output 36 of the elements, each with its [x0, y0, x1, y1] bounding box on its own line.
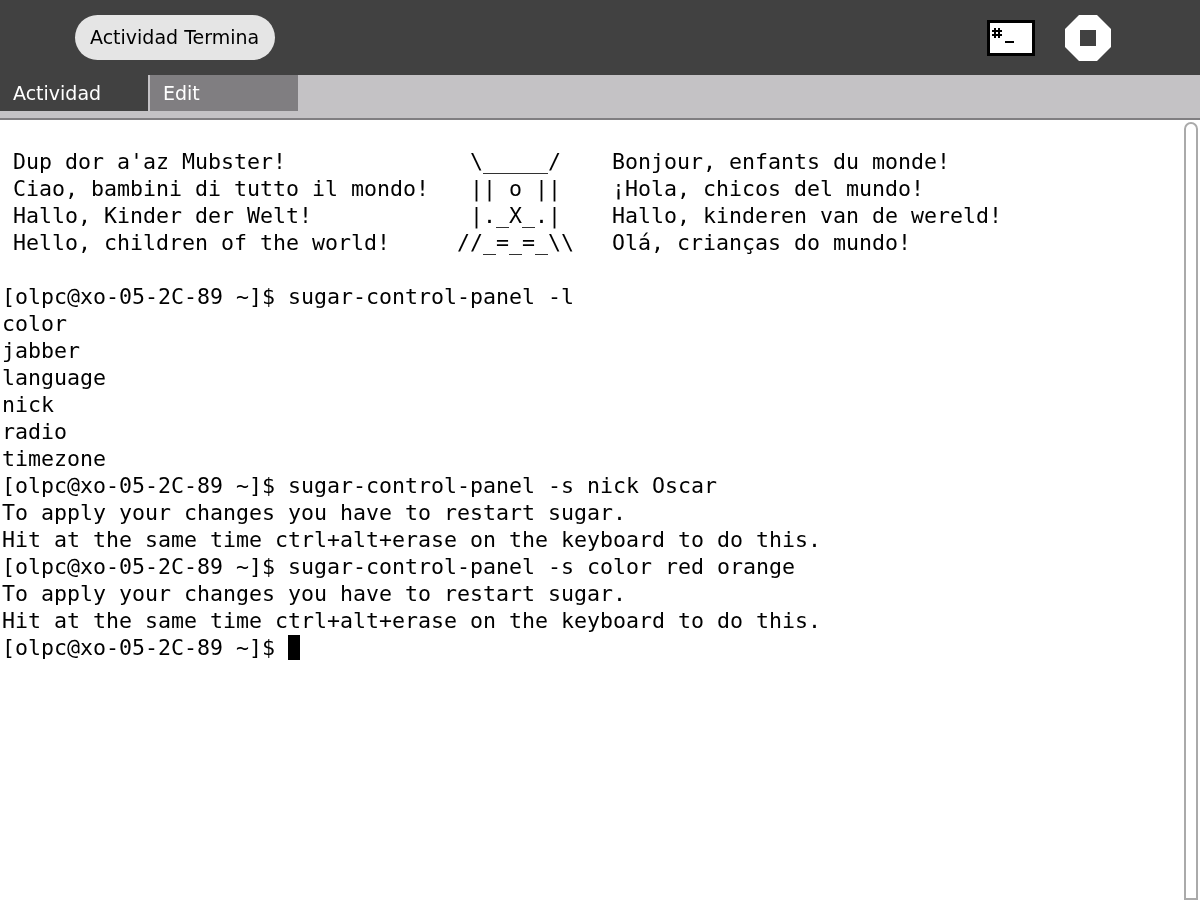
shell-prompt: [olpc@xo-05-2C-89 ~]$ — [2, 553, 275, 580]
stop-icon[interactable] — [1065, 14, 1111, 61]
output-text: Hit at the same time ctrl+alt+erase on the keyboard to do this. — [2, 608, 822, 633]
ascii-art-text: || o || — [469, 175, 562, 202]
output-text: Hit at the same time ctrl+alt+erase on the keyboard to do this. — [2, 527, 822, 552]
greeting-text: Hallo, kinderen van de wereld! — [612, 202, 1003, 229]
text-cursor-icon — [288, 635, 300, 660]
greeting-text: Bonjour, enfants du monde! — [612, 148, 950, 175]
output-text: jabber — [2, 338, 80, 363]
command-text: sugar-control-panel -s nick Oscar — [288, 472, 718, 499]
greeting-text: Hello, children of the world! — [13, 229, 391, 256]
output-text: nick — [2, 392, 54, 417]
greeting-text: Hallo, Kinder der Welt! — [13, 202, 313, 229]
activity-title-field[interactable]: Actividad Termina — [75, 15, 275, 60]
output-text: language — [2, 365, 106, 390]
ascii-art-text: //_=_=_\\ — [457, 229, 575, 256]
shell-prompt: [olpc@xo-05-2C-89 ~]$ — [2, 472, 275, 499]
toolbar-tab[interactable]: Edit — [150, 75, 298, 111]
shell-prompt: [olpc@xo-05-2C-89 ~]$ — [2, 634, 275, 661]
terminal-icon[interactable] — [987, 19, 1035, 56]
greeting-text: Olá, crianças do mundo! — [612, 229, 911, 256]
command-text: sugar-control-panel -s color red orange — [288, 553, 796, 580]
ascii-art-text: \_____/ — [469, 148, 562, 175]
output-text: To apply your changes you have to restart sugar. — [2, 581, 627, 606]
greeting-text: ¡Hola, chicos del mundo! — [612, 175, 924, 202]
shell-prompt: [olpc@xo-05-2C-89 ~]$ — [2, 283, 275, 310]
toolbar-tab[interactable]: Actividad — [0, 75, 148, 111]
output-text: radio — [2, 419, 67, 444]
output-text: color — [2, 311, 67, 336]
scrollbar[interactable] — [1184, 122, 1198, 900]
greeting-text: Dup dor a'az Mubster! — [13, 148, 287, 175]
output-text: To apply your changes you have to restart sugar. — [2, 500, 627, 525]
greeting-text: Ciao, bambini di tutto il mondo! — [13, 175, 431, 202]
output-text: timezone — [2, 446, 106, 471]
ascii-art-text: |._X_.| — [469, 202, 562, 229]
command-text: sugar-control-panel -l — [288, 283, 575, 310]
